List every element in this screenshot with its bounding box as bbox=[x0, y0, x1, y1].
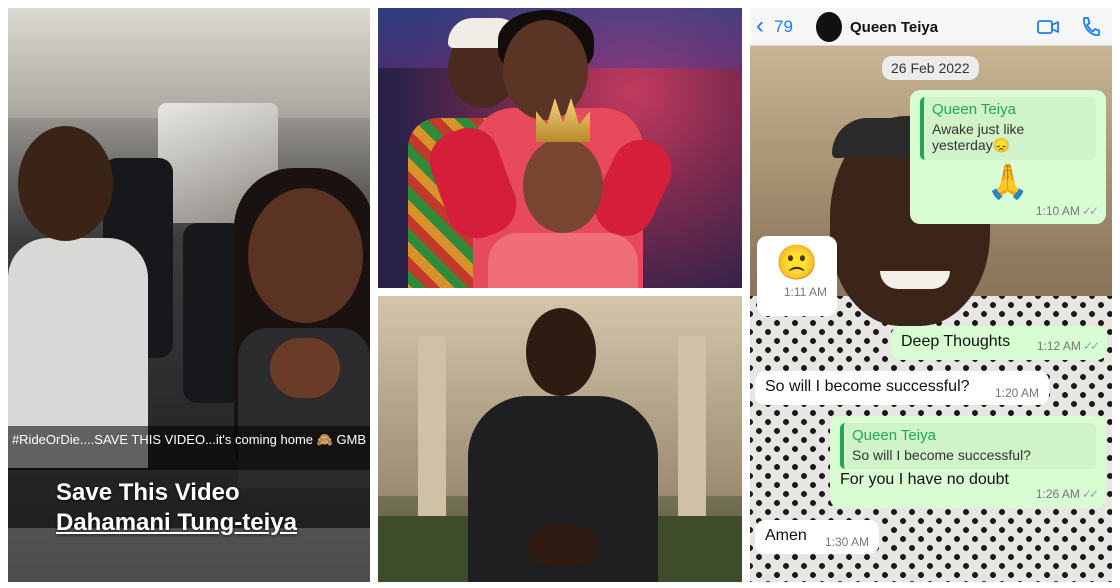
message-bubble-incoming[interactable]: So will I become successful? 1:20 AM bbox=[755, 371, 1049, 405]
overlay-line-2: Dahamani Tung-teiya bbox=[56, 509, 297, 536]
message-text: 🙁 bbox=[775, 244, 819, 282]
smile bbox=[880, 271, 950, 289]
back-count[interactable]: 79 bbox=[774, 17, 793, 37]
car-selfie-photo: #RideOrDie....SAVE THIS VIDEO...it's com… bbox=[8, 8, 370, 582]
message-bubble-incoming[interactable]: Amen 1:30 AM bbox=[755, 520, 879, 554]
pillar bbox=[678, 336, 706, 536]
quoted-message[interactable]: Queen Teiya Awake just like yesterday😞 bbox=[920, 97, 1096, 160]
man-head bbox=[18, 126, 113, 241]
car-roof bbox=[8, 8, 370, 118]
queen-head bbox=[523, 138, 603, 233]
crowner-head bbox=[503, 20, 588, 120]
message-text: Deep Thoughts bbox=[901, 333, 1011, 350]
whatsapp-chat-screenshot: ‹ 79 Queen Teiya 26 Feb 2022 Queen Teiya… bbox=[750, 8, 1112, 582]
crowning-photo bbox=[378, 8, 742, 288]
read-ticks-icon: ✓✓ bbox=[1082, 339, 1100, 353]
message-time: 1:26 AM bbox=[1035, 487, 1080, 501]
chevron-left-icon[interactable]: ‹ bbox=[756, 14, 770, 38]
video-call-icon[interactable] bbox=[1037, 19, 1059, 35]
read-ticks-icon: ✓✓ bbox=[1081, 487, 1099, 501]
clasped-hands bbox=[528, 526, 598, 566]
overlay-line-1: Save This Video bbox=[56, 479, 240, 506]
message-time: 1:30 AM bbox=[824, 535, 869, 549]
message-time: 1:10 AM bbox=[1035, 204, 1080, 218]
message-bubble-outgoing[interactable]: Deep Thoughts 1:12 AM ✓✓ bbox=[891, 326, 1107, 360]
message-text: 🙏 bbox=[986, 163, 1030, 201]
chat-header: ‹ 79 Queen Teiya bbox=[750, 8, 1112, 46]
woman-hand bbox=[270, 338, 340, 398]
date-chip: 26 Feb 2022 bbox=[882, 56, 979, 80]
phone-call-icon[interactable] bbox=[1080, 16, 1100, 38]
quoted-message[interactable]: Queen Teiya So will I become successful? bbox=[840, 423, 1096, 469]
queen-dress bbox=[488, 233, 638, 288]
message-text: Amen bbox=[765, 527, 807, 544]
message-bubble-incoming[interactable]: 🙁 1:11 AM bbox=[757, 236, 837, 316]
contact-name[interactable]: Queen Teiya bbox=[850, 19, 938, 36]
message-text: For you I have no doubt bbox=[840, 471, 1009, 488]
quote-text: Awake just like yesterday😞 bbox=[932, 121, 1025, 153]
quote-sender: Queen Teiya bbox=[932, 101, 1016, 118]
read-ticks-icon: ✓✓ bbox=[1081, 204, 1099, 218]
man-head bbox=[526, 308, 596, 396]
photo-collage: #RideOrDie....SAVE THIS VIDEO...it's com… bbox=[0, 0, 1120, 588]
snap-caption: #RideOrDie....SAVE THIS VIDEO...it's com… bbox=[8, 426, 370, 470]
pillar bbox=[418, 336, 446, 536]
woman-head bbox=[248, 188, 363, 323]
message-bubble-outgoing[interactable]: Queen Teiya So will I become successful?… bbox=[830, 416, 1106, 508]
quote-sender: Queen Teiya bbox=[852, 427, 936, 444]
message-bubble-outgoing[interactable]: Queen Teiya Awake just like yesterday😞 🙏… bbox=[910, 90, 1106, 224]
overlay-text: Save This Video Dahamani Tung-teiya bbox=[56, 478, 356, 538]
avatar[interactable] bbox=[816, 12, 842, 42]
portrait-photo bbox=[378, 296, 742, 582]
message-text: So will I become successful? bbox=[765, 378, 970, 395]
message-time: 1:11 AM bbox=[783, 285, 827, 299]
message-time: 1:12 AM bbox=[1036, 339, 1081, 353]
quote-text: So will I become successful? bbox=[852, 447, 1031, 463]
message-time: 1:20 AM bbox=[994, 386, 1039, 400]
